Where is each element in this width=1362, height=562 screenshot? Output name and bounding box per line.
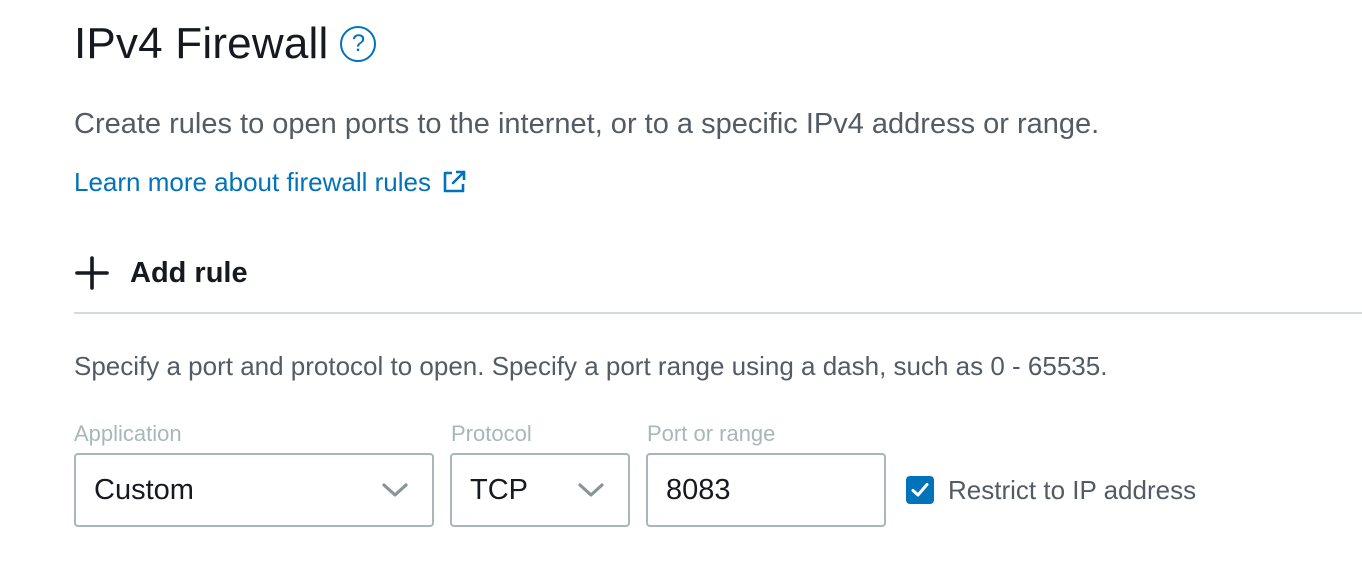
title-row: IPv4 Firewall ? — [74, 16, 377, 72]
learn-more-link-label: Learn more about firewall rules — [74, 167, 431, 197]
learn-more-link[interactable]: Learn more about firewall rules — [74, 164, 467, 200]
checkmark-icon — [911, 483, 929, 497]
application-value: Custom — [94, 473, 194, 506]
divider — [74, 312, 1362, 314]
port-input[interactable]: 8083 — [646, 453, 886, 527]
external-link-icon — [443, 170, 466, 193]
section-description: Create rules to open ports to the intern… — [74, 108, 1100, 140]
protocol-label: Protocol — [451, 421, 532, 446]
protocol-select[interactable]: TCP — [450, 453, 630, 527]
rule-hint: Specify a port and protocol to open. Spe… — [74, 351, 1108, 381]
port-label: Port or range — [647, 421, 776, 446]
chevron-down-icon — [382, 483, 408, 497]
application-select[interactable]: Custom — [74, 453, 434, 527]
page-title: IPv4 Firewall — [74, 19, 329, 68]
protocol-value: TCP — [470, 473, 528, 506]
plus-icon — [75, 256, 109, 290]
restrict-ip-checkbox[interactable] — [906, 476, 934, 504]
ipv4-firewall-panel: IPv4 Firewall ? Create rules to open por… — [0, 0, 1362, 562]
help-icon[interactable]: ? — [340, 26, 377, 62]
add-rule-label: Add rule — [130, 256, 248, 289]
restrict-ip-label: Restrict to IP address — [948, 474, 1197, 505]
restrict-ip-option[interactable]: Restrict to IP address — [906, 474, 1196, 506]
application-label: Application — [74, 421, 182, 446]
add-rule-button[interactable]: Add rule — [74, 250, 248, 296]
chevron-down-icon — [578, 483, 604, 497]
port-value: 8083 — [666, 473, 731, 506]
